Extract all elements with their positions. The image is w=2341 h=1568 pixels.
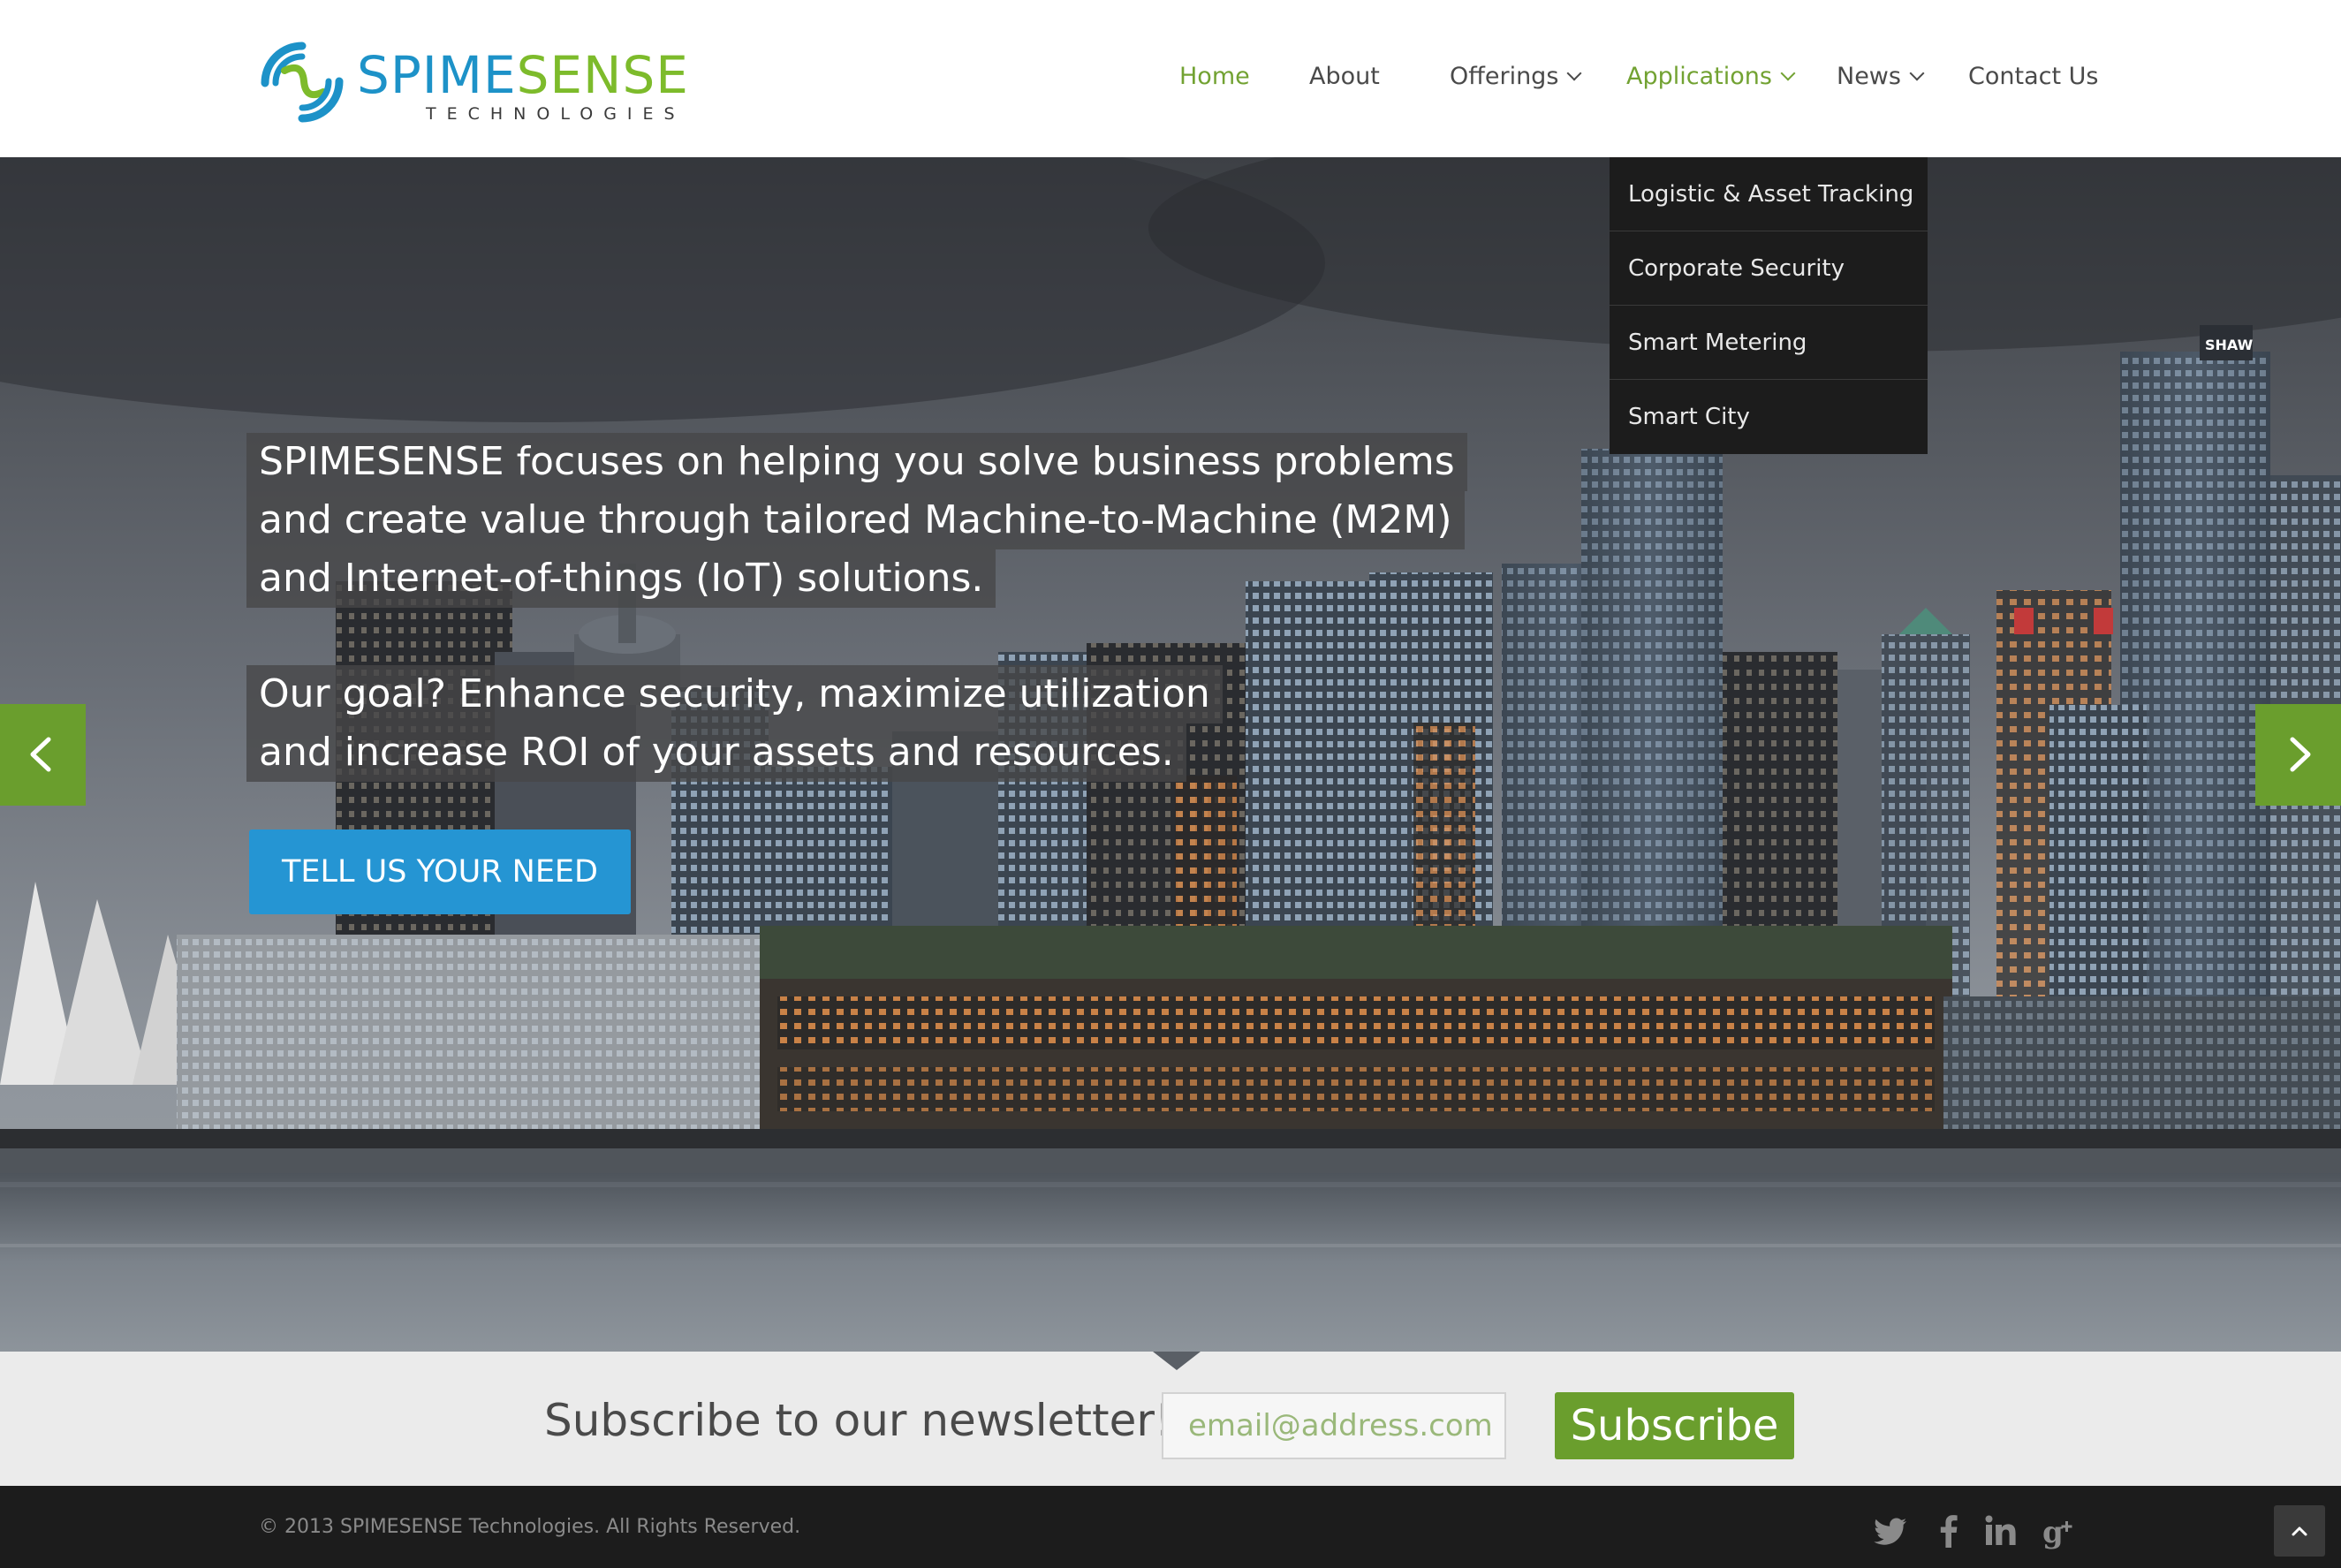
nav-item-news[interactable]: News [1837, 55, 1925, 99]
chevron-right-icon [2290, 737, 2311, 772]
hero-text-line: and Internet-of-things (IoT) solutions. [246, 549, 996, 608]
subscribe-button[interactable]: Subscribe [1555, 1392, 1794, 1459]
google-plus-icon[interactable]: g [2042, 1512, 2080, 1549]
newsletter-email-input[interactable] [1162, 1392, 1506, 1459]
svg-text:g: g [2042, 1515, 2064, 1549]
hero-text-line: Our goal? Enhance security, maximize uti… [246, 665, 1223, 723]
copyright-text: © 2013 SPIMESENSE Technologies. All Righ… [259, 1516, 801, 1538]
menu-item-corporate-security[interactable]: Corporate Security [1610, 231, 1928, 306]
nav-item-label: Applications [1626, 63, 1772, 90]
hero-text-line: and create value through tailored Machin… [246, 491, 1465, 549]
chevron-down-icon [1780, 65, 1796, 81]
menu-item-logistic-asset-tracking[interactable]: Logistic & Asset Tracking [1610, 157, 1928, 231]
nav-item-about[interactable]: About [1309, 55, 1380, 99]
slider-pointer-notch [1153, 1352, 1201, 1370]
chevron-left-icon [30, 737, 51, 772]
linkedin-icon[interactable] [1982, 1512, 2019, 1549]
chevron-down-icon [1909, 65, 1925, 81]
hero-slider: SHAW SPIMESENSE focuses on helping you s… [0, 157, 2341, 1352]
newsletter-label: Subscribe to our newsletter! [544, 1395, 1172, 1446]
menu-item-smart-metering[interactable]: Smart Metering [1610, 306, 1928, 380]
nav-item-home[interactable]: Home [1179, 55, 1250, 99]
slider-prev-button[interactable] [0, 704, 86, 806]
nav-item-applications[interactable]: Applications [1626, 55, 1796, 99]
tell-us-your-need-button[interactable]: TELL US YOUR NEED [249, 829, 631, 914]
nav-item-offerings[interactable]: Offerings [1450, 55, 1582, 99]
nav-item-label: Home [1179, 63, 1250, 90]
nav-item-label: About [1309, 63, 1380, 90]
nav-item-label: Contact Us [1968, 63, 2099, 90]
hero-text-line: and increase ROI of your assets and reso… [246, 723, 1186, 782]
hero-text-line: SPIMESENSE focuses on helping you solve … [246, 433, 1467, 491]
menu-item-smart-city[interactable]: Smart City [1610, 380, 1928, 454]
hero-tagline-primary: SPIMESENSE focuses on helping you solve … [246, 433, 1467, 608]
chevron-down-icon [1566, 65, 1582, 81]
site-header: SPIMESENSE TECHNOLOGIES Home About Offer… [0, 0, 2341, 157]
main-nav: Home About Offerings Applications News C… [0, 55, 2341, 99]
chevron-up-icon [2292, 1526, 2307, 1536]
nav-item-label: News [1837, 63, 1901, 90]
slider-next-button[interactable] [2255, 704, 2341, 806]
nav-item-label: Offerings [1450, 63, 1559, 90]
back-to-top-button[interactable] [2274, 1505, 2325, 1557]
twitter-icon[interactable] [1873, 1512, 1910, 1549]
logo-subtitle: TECHNOLOGIES [426, 104, 686, 124]
nav-item-contact-us[interactable]: Contact Us [1968, 55, 2098, 99]
hero-tagline-secondary: Our goal? Enhance security, maximize uti… [246, 665, 1223, 782]
applications-dropdown: Logistic & Asset Tracking Corporate Secu… [1610, 157, 1928, 454]
building-sign: SHAW [2205, 337, 2254, 353]
facebook-icon[interactable] [1931, 1512, 1968, 1549]
